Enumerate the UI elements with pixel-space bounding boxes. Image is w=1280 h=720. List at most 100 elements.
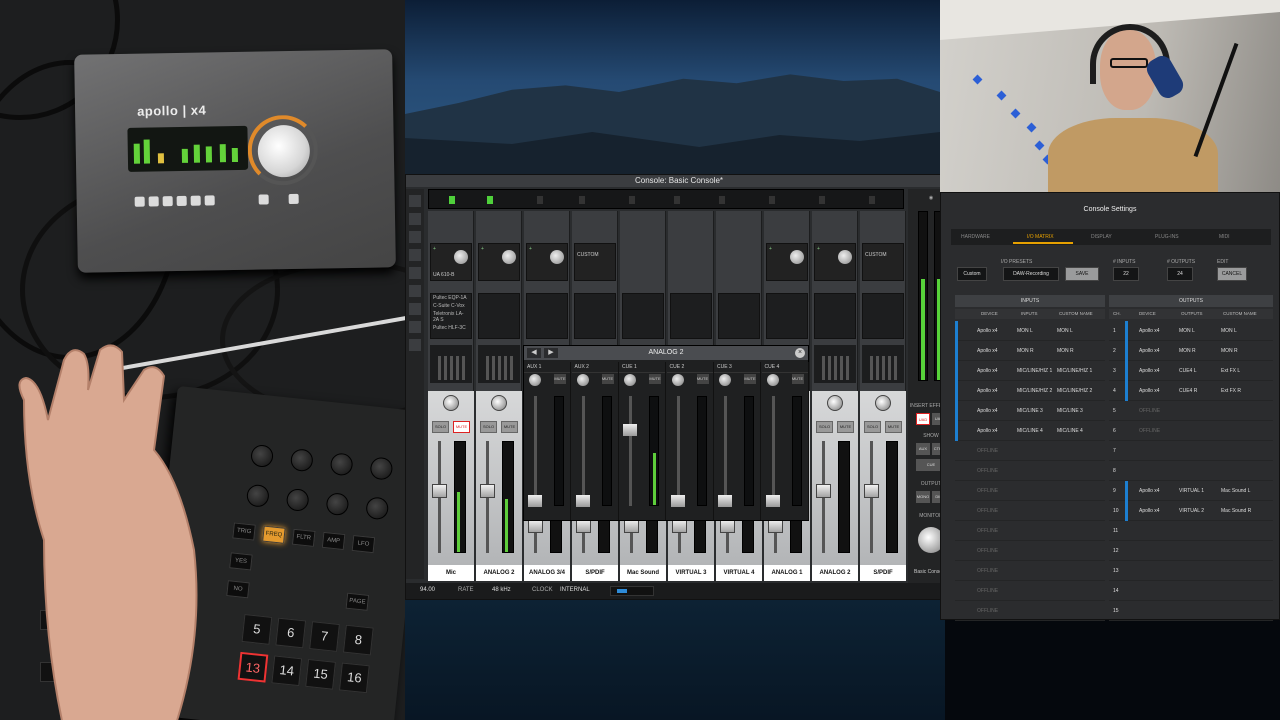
pan-knob[interactable] [875,395,891,411]
send-mute-button[interactable]: MUTE [791,374,804,384]
send-mute-button[interactable]: MUTE [696,374,709,384]
channel-label[interactable]: ANALOG 2 [812,565,858,581]
input-row[interactable]: Apollo x4 MON L MON L [955,321,1105,341]
channel-label[interactable]: ANALOG 2 [476,565,522,581]
mute-button[interactable]: MUTE [885,421,902,433]
preamp-section[interactable]: + [526,243,568,281]
input-row[interactable]: OFFLINE [955,441,1105,461]
nav-button[interactable] [409,213,421,225]
send-pan-knob[interactable] [576,374,589,386]
tab-io-matrix[interactable]: I/O MATRIX [1027,234,1054,240]
input-row[interactable]: Apollo x4 MIC/LINE/HIZ 1 MIC/LINE/HIZ 1 [955,361,1105,381]
fader-handle[interactable] [576,519,591,534]
output-row[interactable]: 9 Apollo x4 VIRTUAL 1 Mac Sound L [1109,481,1273,501]
input-row[interactable]: OFFLINE [955,501,1105,521]
preamp-section[interactable]: + [478,243,520,281]
solo-button[interactable]: SOLO [480,421,497,433]
tab-hardware[interactable]: HARDWARE [961,234,990,240]
inserts-section[interactable] [622,293,664,339]
pan-knob[interactable] [827,395,843,411]
mute-button[interactable]: MUTE [453,421,470,433]
output-row[interactable]: 6 OFFLINE [1109,421,1273,441]
inserts-section[interactable]: Pultec EQP-1A C-Suite C-Vox Teletronix LA-… [430,293,472,339]
next-arrow-icon[interactable]: ▶ [544,348,558,358]
output-row[interactable]: 8 [1109,461,1273,481]
fader-handle[interactable] [672,519,687,534]
gain-knob[interactable] [502,250,516,264]
fader-handle[interactable] [528,519,543,534]
show-aux-button[interactable]: AUX [916,443,930,455]
send-pan-knob[interactable] [766,374,779,386]
input-row[interactable]: OFFLINE [955,601,1105,621]
channel-label[interactable]: VIRTUAL 3 [668,565,714,581]
fader-handle[interactable] [720,519,735,534]
nav-button[interactable] [409,249,421,261]
inserts-section[interactable] [574,293,616,339]
close-icon[interactable]: × [795,348,805,358]
fader-handle[interactable] [864,483,879,498]
insert-slot[interactable]: C-Suite C-Vox [431,302,471,310]
input-row[interactable]: OFFLINE [955,541,1105,561]
preamp-section[interactable]: + [814,243,856,281]
inserts-section[interactable] [478,293,520,339]
nav-button[interactable] [409,267,421,279]
inserts-section[interactable] [862,293,904,339]
output-row[interactable]: 7 [1109,441,1273,461]
send-pan-knob[interactable] [529,374,541,386]
send-fader-handle[interactable] [765,495,780,507]
send-mute-button[interactable]: MUTE [649,374,661,384]
nav-button[interactable] [409,321,421,333]
cancel-button[interactable]: CANCEL [1217,267,1247,281]
solo-button[interactable]: SOLO [864,421,881,433]
input-row[interactable]: Apollo x4 MIC/LINE 4 MIC/LINE 4 [955,421,1105,441]
output-row[interactable]: 2 Apollo x4 MON R MON R [1109,341,1273,361]
nav-button[interactable] [409,339,421,351]
preamp-section[interactable]: + UA 610-B [430,243,472,281]
insert-slot[interactable]: Pultec EQP-1A [431,294,471,302]
input-row[interactable]: Apollo x4 MIC/LINE/HIZ 2 MIC/LINE/HIZ 2 [955,381,1105,401]
uad-rec-button[interactable]: UAD [916,413,930,425]
inserts-section[interactable] [526,293,568,339]
inputs-count-field[interactable]: 22 [1113,267,1139,281]
send-pan-knob[interactable] [671,374,684,386]
channel-label[interactable]: Mic [428,565,474,581]
channel-label[interactable]: VIRTUAL 4 [716,565,762,581]
fader-handle[interactable] [768,519,783,534]
send-mute-button[interactable]: MUTE [554,374,566,384]
nav-button[interactable] [409,231,421,243]
input-row[interactable]: OFFLINE [955,521,1105,541]
output-row[interactable]: 13 [1109,561,1273,581]
gain-knob[interactable] [838,250,852,264]
preamp-section[interactable]: + [766,243,808,281]
gain-knob[interactable] [454,250,468,264]
fader-handle[interactable] [480,483,495,498]
input-row[interactable]: OFFLINE [955,481,1105,501]
send-fader-handle[interactable] [528,495,542,507]
output-row[interactable]: 10 Apollo x4 VIRTUAL 2 Mac Sound R [1109,501,1273,521]
send-mute-button[interactable]: MUTE [744,374,756,384]
gain-knob[interactable] [550,250,564,264]
pan-knob[interactable] [443,395,459,411]
send-pan-knob[interactable] [719,374,731,386]
send-fader-handle[interactable] [718,495,732,507]
output-row[interactable]: 1 Apollo x4 MON L MON L [1109,321,1273,341]
channel-label[interactable]: Mac Sound [620,565,666,581]
input-row[interactable]: OFFLINE [955,581,1105,601]
solo-button[interactable]: SOLO [432,421,449,433]
mute-button[interactable]: MUTE [501,421,518,433]
output-button[interactable]: MONO [916,491,930,503]
output-row[interactable]: 4 Apollo x4 CUE4 R Ext FX R [1109,381,1273,401]
insert-slot[interactable]: Teletronix LA-2A S [431,310,471,324]
send-pan-knob[interactable] [624,374,636,386]
input-row[interactable]: Apollo x4 MIC/LINE 3 MIC/LINE 3 [955,401,1105,421]
input-row[interactable]: OFFLINE [955,561,1105,581]
preamp-section[interactable]: CUSTOM [862,243,904,281]
tab-display[interactable]: DISPLAY [1091,234,1112,240]
fader-handle[interactable] [432,483,447,498]
output-row[interactable]: 12 [1109,541,1273,561]
nav-button[interactable] [409,285,421,297]
output-row[interactable]: 11 [1109,521,1273,541]
input-row[interactable]: Apollo x4 MON R MON R [955,341,1105,361]
nav-button[interactable] [409,195,421,207]
output-row[interactable]: 3 Apollo x4 CUE4 L Ext FX L [1109,361,1273,381]
